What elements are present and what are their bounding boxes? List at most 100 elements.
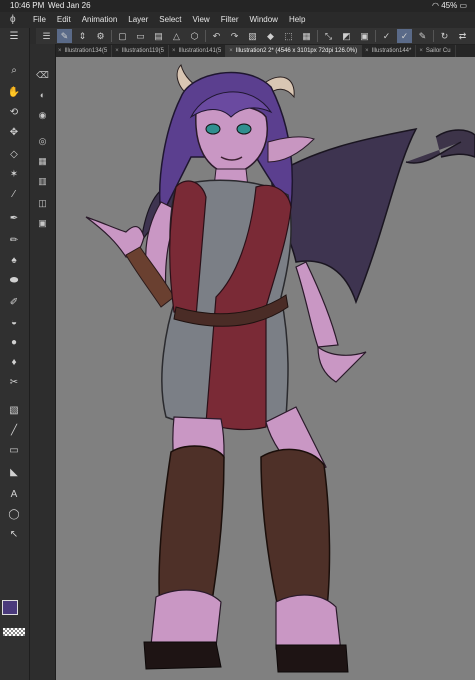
decoration-icon[interactable]: ✂ xyxy=(4,376,24,390)
tab-label: Illustration134(5 xyxy=(64,48,108,54)
close-tab-icon[interactable]: × xyxy=(229,48,233,54)
separator xyxy=(317,30,318,42)
menu-item[interactable]: Filter xyxy=(221,12,239,28)
menu-toggle-icon[interactable]: ☰ xyxy=(39,29,54,43)
sub-blend-icon[interactable]: ◉ xyxy=(35,108,50,122)
star-auto-select-icon[interactable]: ✶ xyxy=(4,168,24,182)
close-tab-icon[interactable]: × xyxy=(115,48,119,54)
move-icon[interactable]: ✥ xyxy=(4,126,24,140)
clear-icon[interactable]: ▧ xyxy=(245,29,260,43)
sub-eraser-icon[interactable]: ⌫ xyxy=(35,68,50,82)
edit-mode-icon[interactable]: ✎ xyxy=(57,29,72,43)
sub-camera-icon[interactable]: ▣ xyxy=(35,216,50,230)
settings-icon[interactable]: ⚙ xyxy=(93,29,108,43)
eraser-icon[interactable]: ◇ xyxy=(4,148,24,162)
separator xyxy=(433,30,434,42)
deselect-icon[interactable]: ⤡ xyxy=(321,29,336,43)
separator xyxy=(205,30,206,42)
text-icon[interactable]: A xyxy=(4,488,24,502)
tab-label: Illustration141(5 xyxy=(178,48,222,54)
rotate-canvas-icon[interactable]: ↻ xyxy=(437,29,452,43)
close-tab-icon[interactable]: × xyxy=(365,48,369,54)
separator xyxy=(111,30,112,42)
menu-item[interactable]: Edit xyxy=(57,12,71,28)
app-logo-icon[interactable]: ϕ xyxy=(10,14,22,26)
pencil-icon[interactable]: ✏ xyxy=(4,234,24,248)
transparent-color-swatch[interactable] xyxy=(3,628,25,636)
document-tab[interactable]: × Illustration134(5 xyxy=(55,45,113,57)
stabilizer-icon[interactable]: ✓ xyxy=(397,29,412,43)
gradient-icon[interactable]: ▧ xyxy=(4,404,24,418)
menu-item[interactable]: File xyxy=(33,12,46,28)
separator xyxy=(375,30,376,42)
new-canvas-icon[interactable]: ▢ xyxy=(115,29,130,43)
close-tab-icon[interactable]: × xyxy=(419,48,423,54)
date: Wed Jan 26 xyxy=(48,1,91,10)
close-tab-icon[interactable]: × xyxy=(172,48,176,54)
menu-item[interactable]: Animation xyxy=(82,12,118,28)
menu-item[interactable]: Help xyxy=(289,12,305,28)
save-icon[interactable]: ▤ xyxy=(151,29,166,43)
crop-icon[interactable]: ▣ xyxy=(357,29,372,43)
rotate-icon[interactable]: ⟲ xyxy=(4,106,24,120)
document-tabs: × Illustration134(5 × Illustration119(5 × Ill… xyxy=(55,45,475,57)
command-bar: ☰ ✎ ⇕ ⚙ ▢ ▭ ▤ △ ⬡ ↶ ↷ ▧ ◆ ⬚ ▦ ⤡ ◩ ▣ ✓ ✓ … xyxy=(36,28,475,45)
menu-item[interactable]: View xyxy=(193,12,210,28)
menu-item[interactable]: Layer xyxy=(128,12,148,28)
magnifier-icon[interactable]: ⌕ xyxy=(4,64,24,78)
transform-icon[interactable]: ⬚ xyxy=(281,29,296,43)
palette-collapse-icon[interactable]: ☰ xyxy=(4,30,24,44)
airbrush-icon[interactable]: ⬬ xyxy=(4,274,24,288)
pen-icon[interactable]: ✒ xyxy=(4,212,24,226)
menu-item[interactable]: Window xyxy=(250,12,278,28)
fill-icon[interactable]: ◒ xyxy=(4,316,24,330)
pen-settings-icon[interactable]: ✎ xyxy=(415,29,430,43)
open-icon[interactable]: ▭ xyxy=(133,29,148,43)
share-icon[interactable]: ⬡ xyxy=(187,29,202,43)
undo-icon[interactable]: ↶ xyxy=(209,29,224,43)
line-icon[interactable]: ╱ xyxy=(4,424,24,438)
status-bar: 10:46 PM Wed Jan 26 ◠ 45% ▭ xyxy=(0,0,475,12)
document-tab[interactable]: × Illustration2 2* (4546 x 3101px 72dpi 1… xyxy=(226,45,363,57)
sub-stack-icon[interactable]: ◫ xyxy=(35,196,50,210)
sub-layer-icon[interactable]: ◎ xyxy=(35,134,50,148)
document-tab[interactable]: × Sailor Cu xyxy=(416,45,456,57)
snap-icon[interactable]: ✓ xyxy=(379,29,394,43)
tool-list: ⌕ ✋ ⟲ ✥ ◇ ✶ ⁄ ✒ ✏ ♠ ⬬ ✐ ◒ ● ♦ ✂ ▧ ╱ ▭ ◣ A ◯ ↖ xyxy=(0,58,29,680)
tab-label: Illustration144* xyxy=(371,48,412,54)
tab-label: Illustration2 2* (4546 x 3101px 72dpi 12… xyxy=(235,48,358,54)
eyedropper-icon[interactable]: ⁄ xyxy=(4,188,24,202)
flip-icon[interactable]: ⇄ xyxy=(455,29,470,43)
artwork xyxy=(56,57,475,680)
marker-icon[interactable]: ✐ xyxy=(4,296,24,310)
menu-items: File Edit Animation Layer Select View Filter Wi… xyxy=(33,12,305,28)
fill-layer-icon[interactable]: ◆ xyxy=(263,29,278,43)
water-drop-icon[interactable]: ♦ xyxy=(4,356,24,370)
redo-icon[interactable]: ↷ xyxy=(227,29,242,43)
sub-tool-palette: ⌫ ◐ ◉ ◎ ▦ ▥ ◫ ▣ xyxy=(30,44,56,680)
invert-icon[interactable]: ◩ xyxy=(339,29,354,43)
sub-folder-icon[interactable]: ▥ xyxy=(35,174,50,188)
ruler-icon[interactable]: ◣ xyxy=(4,466,24,480)
document-tab[interactable]: × Illustration141(5 xyxy=(169,45,227,57)
layer-icon[interactable]: ▦ xyxy=(299,29,314,43)
close-tab-icon[interactable]: × xyxy=(58,48,62,54)
up-down-icon[interactable]: ⇕ xyxy=(75,29,90,43)
clock: 10:46 PM xyxy=(10,1,45,10)
document-tab[interactable]: × Illustration144* xyxy=(362,45,417,57)
sub-fill-icon[interactable]: ◐ xyxy=(35,88,50,102)
hand-icon[interactable]: ✋ xyxy=(4,86,24,100)
canvas[interactable] xyxy=(56,57,475,680)
main-color-swatch[interactable] xyxy=(2,600,18,615)
tab-label: Illustration119(5 xyxy=(121,48,164,54)
document-tab[interactable]: × Illustration119(5 xyxy=(112,45,169,57)
menu-bar: ϕ File Edit Animation Layer Select View Filter… xyxy=(0,12,475,28)
export-icon[interactable]: △ xyxy=(169,29,184,43)
blend-icon[interactable]: ● xyxy=(4,336,24,350)
correct-line-icon[interactable]: ↖ xyxy=(4,528,24,542)
balloon-icon[interactable]: ◯ xyxy=(4,508,24,522)
menu-item[interactable]: Select xyxy=(159,12,181,28)
frame-icon[interactable]: ▭ xyxy=(4,444,24,458)
sub-page-icon[interactable]: ▦ xyxy=(35,154,50,168)
brush-icon[interactable]: ♠ xyxy=(4,254,24,268)
